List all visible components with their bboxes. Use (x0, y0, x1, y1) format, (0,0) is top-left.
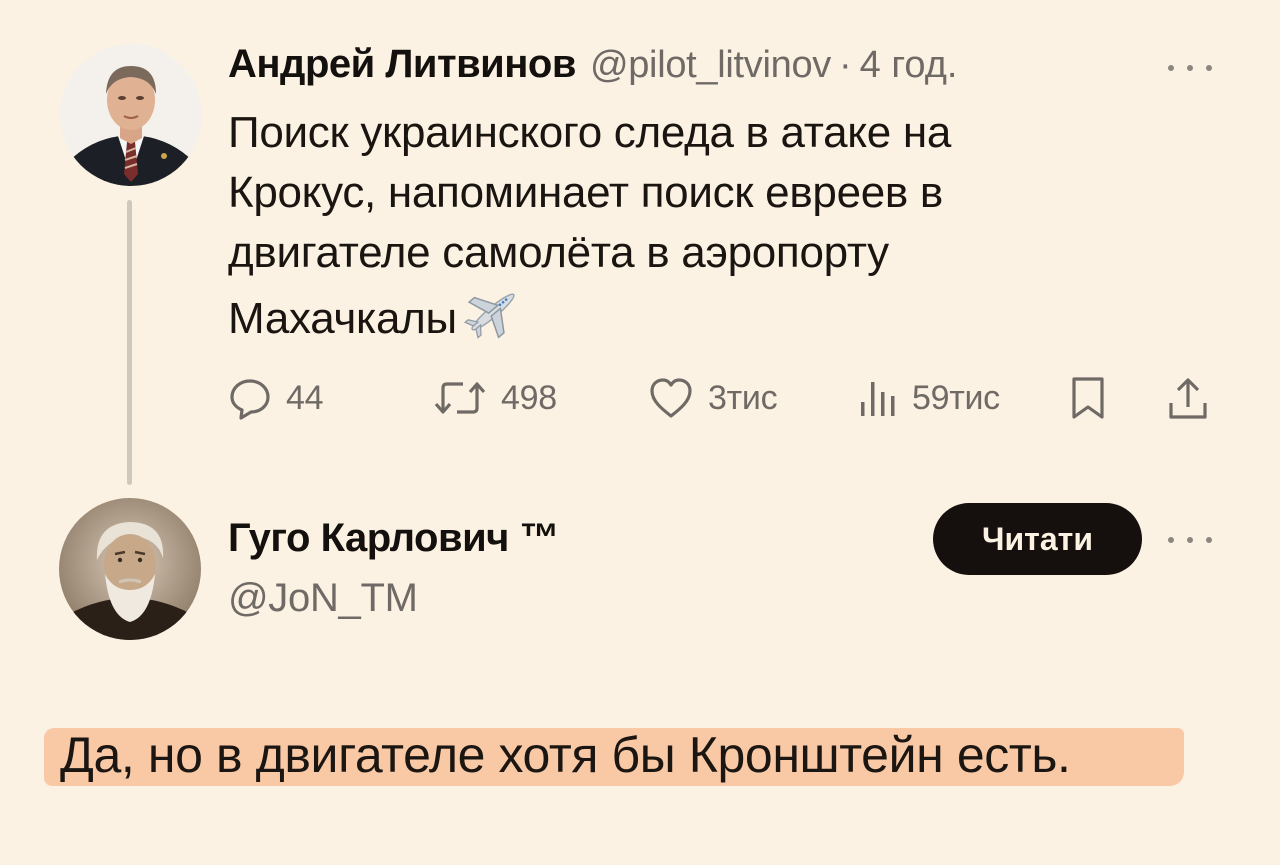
share-icon (1166, 375, 1210, 421)
share-button[interactable] (1166, 372, 1210, 424)
more-icon[interactable] (1168, 530, 1212, 550)
like-button[interactable]: 3тис (648, 372, 778, 424)
thread-connector (127, 200, 132, 485)
tweet-timestamp[interactable]: 4 год. (860, 44, 958, 87)
tweet-text: Поиск украинского следа в атаке на Кроку… (228, 103, 1128, 357)
header-separator: · (839, 44, 852, 86)
author-handle[interactable]: @pilot_litvinov (590, 44, 831, 87)
author-name[interactable]: Андрей Литвинов (228, 42, 576, 87)
like-count: 3тис (708, 378, 778, 417)
profile-handle[interactable]: @JoN_TM (228, 576, 418, 621)
bookmark-icon (1068, 375, 1108, 421)
tweet-text-line: Махачкалы (228, 294, 457, 343)
more-icon[interactable] (1168, 58, 1212, 78)
views-count: 59тис (912, 378, 1000, 417)
like-icon (648, 376, 694, 420)
retweet-count: 498 (501, 378, 557, 417)
retweet-icon (433, 376, 487, 420)
views-button[interactable]: 59тис (858, 372, 1000, 424)
tweet-text-line: двигателе самолёта в аэропорту (228, 228, 889, 277)
profile-avatar[interactable] (59, 498, 201, 640)
reply-caption: Да, но в двигателе хотя бы Кронштейн ест… (60, 727, 1071, 783)
reply-count: 44 (286, 378, 324, 417)
tweet-text-line: Крокус, напоминает поиск евреев в (228, 168, 944, 217)
retweet-button[interactable]: 498 (433, 372, 557, 424)
tweet-actions: 44 498 3тис 59тис (228, 372, 1218, 424)
airplane-icon (463, 283, 523, 357)
views-icon (858, 376, 898, 420)
author-avatar[interactable] (60, 44, 202, 186)
profile-name[interactable]: Гуго Карлович ™ (228, 516, 560, 561)
reply-button[interactable]: 44 (228, 372, 324, 424)
tweet-text-line: Поиск украинского следа в атаке на (228, 108, 951, 157)
reply-icon (228, 376, 272, 420)
follow-button[interactable]: Читати (933, 503, 1142, 575)
bookmark-button[interactable] (1068, 372, 1108, 424)
tweet-header: Андрей Литвинов @pilot_litvinov · 4 год. (228, 42, 957, 98)
